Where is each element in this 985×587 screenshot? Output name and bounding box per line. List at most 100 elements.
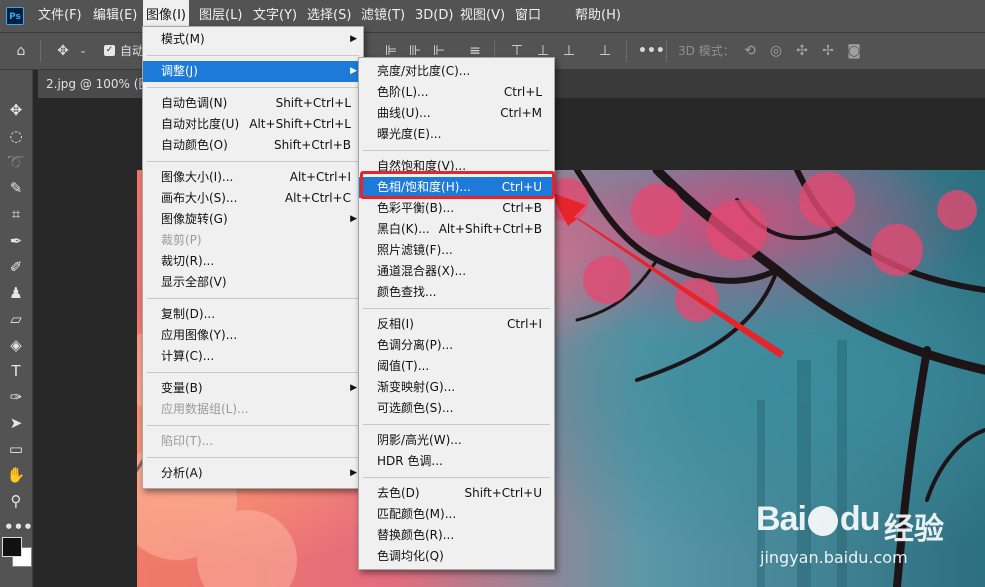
menu-item-equalize[interactable]: 色调均化(Q) — [359, 546, 554, 567]
hand-tool-icon[interactable]: ✋ — [4, 464, 28, 486]
menu-item-exposure[interactable]: 曝光度(E)... — [359, 124, 554, 145]
move-tool-icon[interactable]: ✥ — [52, 41, 74, 61]
submenu-arrow-icon: ▶ — [350, 214, 357, 224]
divider — [626, 40, 627, 62]
menu-item-desaturate[interactable]: 去色(D) Shift+Ctrl+U — [359, 483, 554, 504]
menu-item-channel-mixer[interactable]: 通道混合器(X)... — [359, 261, 554, 282]
auto-select-label: 自动 — [120, 44, 145, 58]
3d-pan-icon[interactable]: ✣ — [792, 41, 812, 61]
more-options-icon[interactable]: ••• — [638, 41, 665, 61]
menu-filter[interactable]: 滤镜(T) — [361, 0, 405, 32]
divider — [363, 424, 550, 425]
menu-item-curves[interactable]: 曲线(U)... Ctrl+M — [359, 103, 554, 124]
divider — [147, 298, 359, 299]
distribute-vertical-icon[interactable]: ⊥ — [596, 41, 614, 61]
jingyan-label: 经验 — [884, 512, 944, 547]
menu-view[interactable]: 视图(V) — [460, 0, 505, 32]
menu-window[interactable]: 窗口 — [515, 0, 541, 32]
menu-item-auto-tone[interactable]: 自动色调(N) Shift+Ctrl+L — [143, 93, 363, 114]
divider — [363, 477, 550, 478]
3d-roll-icon[interactable]: ◎ — [766, 41, 786, 61]
auto-select-checkbox[interactable]: ✓ — [104, 45, 115, 56]
divider — [147, 161, 359, 162]
menu-item-analysis[interactable]: 分析(A) ▶ — [143, 463, 363, 484]
divider — [40, 40, 41, 62]
menu-item-hdr-toning[interactable]: HDR 色调... — [359, 451, 554, 472]
submenu-arrow-icon: ▶ — [350, 66, 357, 76]
type-tool-icon[interactable]: T — [4, 360, 28, 382]
menu-help[interactable]: 帮助(H) — [575, 0, 621, 32]
photoshop-logo-icon: Ps — [6, 7, 24, 25]
path-select-tool-icon[interactable]: ➤ — [4, 412, 28, 434]
stamp-tool-icon[interactable]: ♟ — [4, 282, 28, 304]
3d-camera-icon[interactable]: ◙ — [844, 41, 864, 61]
divider — [363, 150, 550, 151]
menu-item-posterize[interactable]: 色调分离(P)... — [359, 335, 554, 356]
crop-tool-icon[interactable]: ⌗ — [4, 203, 28, 225]
annotation-arrow — [550, 192, 784, 358]
menu-3d[interactable]: 3D(D) — [415, 0, 453, 32]
menu-item-crop: 裁剪(P) — [161, 233, 202, 247]
menu-item-reveal-all[interactable]: 显示全部(V) — [143, 272, 363, 293]
submenu-arrow-icon: ▶ — [350, 383, 357, 393]
home-icon[interactable]: ⌂ — [10, 41, 32, 61]
marquee-tool-icon[interactable]: ◌ — [4, 125, 28, 147]
menu-item-match-color[interactable]: 匹配颜色(M)... — [359, 504, 554, 525]
move-tool-icon[interactable]: ✥ — [4, 99, 28, 121]
menu-item-image-size[interactable]: 图像大小(I)... Alt+Ctrl+I — [143, 167, 363, 188]
submenu-arrow-icon: ▶ — [350, 34, 357, 44]
menu-file[interactable]: 文件(F) — [38, 0, 82, 32]
divider — [147, 457, 359, 458]
rectangle-tool-icon[interactable]: ▭ — [4, 438, 28, 460]
menu-item-adjustments[interactable]: 调整(J) ▶ — [143, 61, 363, 82]
3d-slide-icon[interactable]: ✢ — [818, 41, 838, 61]
menu-item-replace-color[interactable]: 替换颜色(R)... — [359, 525, 554, 546]
baidu-logo: Bai du — [756, 500, 880, 538]
menu-item-selective-color[interactable]: 可选颜色(S)... — [359, 398, 554, 419]
align-bottom-icon[interactable]: ⊥ — [560, 41, 578, 61]
menu-item-photo-filter[interactable]: 照片滤镜(F)... — [359, 240, 554, 261]
menu-item-invert[interactable]: 反相(I) Ctrl+I — [359, 314, 554, 335]
quick-select-tool-icon[interactable]: ✎ — [4, 177, 28, 199]
gradient-tool-icon[interactable]: ◈ — [4, 334, 28, 356]
menu-item-color-lookup[interactable]: 颜色查找... — [359, 282, 554, 303]
divider — [147, 55, 359, 56]
divider — [666, 40, 667, 62]
menu-item-canvas-size[interactable]: 画布大小(S)... Alt+Ctrl+C — [143, 188, 363, 209]
pen-tool-icon[interactable]: ✑ — [4, 386, 28, 408]
image-menu-dropdown: 模式(M) ▶ 调整(J) ▶ 自动色调(N) Shift+Ctrl+L 自动对比度(… — [142, 26, 364, 489]
menu-item-auto-contrast[interactable]: 自动对比度(U) Alt+Shift+Ctrl+L — [143, 114, 363, 135]
paw-icon — [807, 506, 838, 537]
3d-orbit-icon[interactable]: ⟲ — [740, 41, 760, 61]
zoom-tool-icon[interactable]: ⚲ — [4, 490, 28, 512]
menu-item-calculations[interactable]: 计算(C)... — [143, 346, 363, 367]
menu-item-trim[interactable]: 裁切(R)... — [143, 251, 363, 272]
menu-item-color-balance[interactable]: 色彩平衡(B)... Ctrl+B — [359, 198, 554, 219]
eyedropper-tool-icon[interactable]: ✒ — [4, 230, 28, 252]
menu-item-apply-image[interactable]: 应用图像(Y)... — [143, 325, 363, 346]
menu-item-levels[interactable]: 色阶(L)... Ctrl+L — [359, 82, 554, 103]
menu-item-image-rotation[interactable]: 图像旋转(G) ▶ — [143, 209, 363, 230]
chevron-down-icon[interactable]: ⌄ — [76, 41, 90, 61]
menu-item-trap: 陷印(T)... — [161, 434, 214, 448]
menu-item-shadows-highlights[interactable]: 阴影/高光(W)... — [359, 430, 554, 451]
baidu-jingyan-watermark: Bai du 经验 jingyan.baidu.com — [756, 490, 985, 580]
3d-mode-label: 3D 模式： — [678, 44, 735, 58]
brush-tool-icon[interactable]: ✐ — [4, 256, 28, 278]
menu-item-mode[interactable]: 模式(M) ▶ — [143, 29, 363, 50]
menu-item-threshold[interactable]: 阈值(T)... — [359, 356, 554, 377]
foreground-color-swatch[interactable] — [2, 537, 22, 557]
eraser-tool-icon[interactable]: ▱ — [4, 308, 28, 330]
menu-item-duplicate[interactable]: 复制(D)... — [143, 304, 363, 325]
menu-edit[interactable]: 编辑(E) — [93, 0, 137, 32]
menu-item-variables[interactable]: 变量(B) ▶ — [143, 378, 363, 399]
menu-item-auto-color[interactable]: 自动颜色(O) Shift+Ctrl+B — [143, 135, 363, 156]
divider — [147, 87, 359, 88]
menu-item-gradient-map[interactable]: 渐变映射(G)... — [359, 377, 554, 398]
menu-item-brightness-contrast[interactable]: 亮度/对比度(C)... — [359, 61, 554, 82]
watermark-url: jingyan.baidu.com — [760, 548, 908, 567]
lasso-tool-icon[interactable]: ➰ — [4, 151, 28, 173]
document-tab[interactable]: 2.jpg @ 100% (图 — [38, 70, 156, 98]
menu-item-black-white[interactable]: 黑白(K)... Alt+Shift+Ctrl+B — [359, 219, 554, 240]
edit-toolbar-icon[interactable]: ••• — [4, 516, 33, 538]
